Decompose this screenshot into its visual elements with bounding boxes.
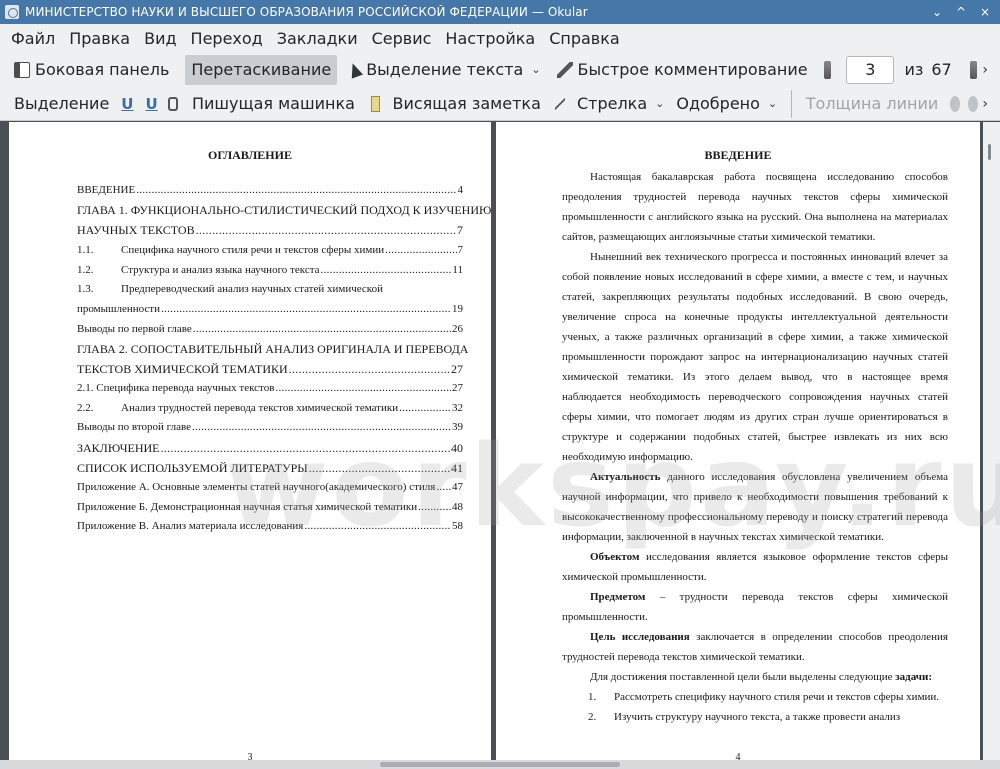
line-width-label: Толщина линии [805,94,939,113]
pen-icon [556,61,573,78]
arrow-button[interactable]: Стрелка ⌄ [577,89,670,119]
close-button[interactable]: × [978,5,992,19]
text-select-button[interactable]: Выделение текста ⌄ [341,55,546,85]
toc-entry[interactable]: ЗАКЛЮЧЕНИЕ40 [77,441,463,456]
opacity-icon[interactable] [968,95,979,112]
typewriter-button[interactable]: Пишущая машинка [186,89,361,119]
toc-entry[interactable]: ГЛАВА 2. СОПОСТАВИТЕЛЬНЫЙ АНАЛИЗ ОРИГИНА… [77,342,468,357]
toc-entry[interactable]: Выводы по первой главе26 [77,323,463,335]
stamp-icon[interactable] [167,96,178,111]
page-4: ВВЕДЕНИЕ Настоящая бакалаврская работа п… [496,122,980,769]
toc-entry[interactable]: 1.1. Специфика научного стиля речи и текс… [77,244,463,256]
toc-title: ОГЛАВЛЕНИЕ [208,148,292,162]
menu-help[interactable]: Справка [542,29,627,48]
window-title: МИНИСТЕРСТВО НАУКИ И ВЫСШЕГО ОБРАЗОВАНИЯ… [25,5,588,19]
paragraph: Цель исследования заключается в определе… [562,631,948,663]
previous-page-icon[interactable] [823,60,832,79]
paragraph: Предметом – трудности перевода текстов с… [562,591,948,623]
toc-entry[interactable]: ВВЕДЕНИЕ4 [77,184,463,196]
toolbar-overflow-icon[interactable]: › [982,62,988,78]
toc-entry[interactable]: Приложение А. Основные элементы статей н… [77,481,463,493]
menu-bar: Файл Правка Вид Переход Закладки Сервис … [0,24,1000,52]
toc-entry[interactable]: Приложение Б. Демонстрационная научная с… [77,501,463,513]
paragraph: Настоящая бакалаврская работа посвящена … [562,171,948,243]
toc-entry[interactable]: промышленности19 [77,303,463,315]
popup-note-label: Висящая заметка [392,94,541,113]
toc-entry[interactable]: 2.2. Анализ трудностей перевода текстов х… [77,402,463,414]
highlight-label: Выделение [14,94,110,113]
paragraph: Актуальность данного исследования обусло… [562,471,948,543]
scrollbar-thumb[interactable] [380,762,620,767]
highlight-button[interactable]: Выделение [8,89,115,119]
title-bar: МИНИСТЕРСТВО НАУКИ И ВЫСШЕГО ОБРАЗОВАНИЯ… [0,0,1000,24]
toc-entry[interactable]: Приложение В. Анализ материала исследова… [77,520,463,532]
quick-annotation-button[interactable]: Быстрое комментирование [551,55,814,85]
vertical-scrollbar[interactable] [983,122,1000,769]
toolbar-separator [791,89,792,118]
menu-bookmarks[interactable]: Закладки [270,29,365,48]
paragraph: Нынешний век технического прогресса и по… [562,251,948,463]
chevron-down-icon[interactable]: ⌄ [531,63,540,76]
menu-view[interactable]: Вид [137,29,183,48]
quick-annotation-label: Быстрое комментирование [577,60,808,79]
menu-edit[interactable]: Правка [62,29,137,48]
toc-entry[interactable]: 1.2. Структура и анализ языка научного те… [77,264,463,276]
line-width-button[interactable]: Толщина линии [800,89,945,119]
color-icon[interactable] [950,95,961,112]
arrow-label: Стрелка [576,94,648,113]
toc-entry[interactable]: СПИСОК ИСПОЛЬЗУЕМОЙ ЛИТЕРАТУРЫ41 [77,461,463,476]
stamp-approved-button[interactable]: Одобрено ⌄ [670,89,783,119]
horizontal-scrollbar[interactable] [0,760,1000,769]
section-body: Настоящая бакалаврская работа посвящена … [562,167,948,727]
drag-mode-button[interactable]: Перетаскивание [185,54,338,85]
menu-file[interactable]: Файл [4,29,62,48]
cursor-arrow-icon [347,60,364,79]
sidebar-icon [14,61,30,78]
menu-settings[interactable]: Настройка [438,29,542,48]
list-item: 2. Изучить структуру научного текста, а т… [588,711,901,723]
chevron-down-icon[interactable]: ⌄ [768,97,777,110]
document-view[interactable]: ОГЛАВЛЕНИЕ ВВЕДЕНИЕ4 ГЛАВА 1. ФУНКЦИОНАЛ… [0,122,1000,769]
page-3: ОГЛАВЛЕНИЕ ВВЕДЕНИЕ4 ГЛАВА 1. ФУНКЦИОНАЛ… [9,122,491,769]
next-page-icon[interactable] [969,60,978,79]
underline-icon[interactable]: U [121,95,133,113]
paragraph: Объектом исследования является языковое … [562,551,948,583]
toc-entry[interactable]: Выводы по второй главе39 [77,421,463,433]
list-item: 1. Рассмотреть специфику научного стиля р… [588,691,940,703]
toc-entry[interactable]: ТЕКСТОВ ХИМИЧЕСКОЙ ТЕМАТИКИ27 [77,362,463,377]
minimize-button[interactable]: ⌄ [930,5,944,19]
maximize-button[interactable]: ^ [954,5,968,19]
sidebar-label: Боковая панель [35,60,170,79]
scrollbar-thumb[interactable] [988,144,991,160]
chevron-down-icon[interactable]: ⌄ [655,97,664,110]
arrow-icon[interactable] [554,96,565,111]
menu-tools[interactable]: Сервис [365,29,439,48]
sidebar-button[interactable]: Боковая панель [8,55,175,85]
note-icon[interactable] [370,95,381,112]
annotation-toolbar: Выделение U U Пишущая машинка Висящая за… [0,87,1000,121]
squiggle-underline-icon[interactable]: U [145,95,157,113]
typewriter-label: Пишущая машинка [191,94,355,113]
toc-entry[interactable]: 1.3. Предпереводческий анализ научных ста… [77,283,463,295]
page-number-input[interactable]: 3 [846,55,895,84]
popup-note-button[interactable]: Висящая заметка [392,89,546,119]
text-select-label: Выделение текста [366,60,524,79]
drag-mode-label: Перетаскивание [191,60,332,79]
okular-app-icon [5,5,19,19]
paragraph: Для достижения поставленной цели были вы… [590,671,932,683]
page-total-label: 67 [931,60,952,79]
stamp-approved-label: Одобрено [676,94,760,113]
main-toolbar: Боковая панель Перетаскивание Выделение … [0,52,1000,87]
menu-go[interactable]: Переход [184,29,270,48]
toc-entry[interactable]: 2.1. Специфика перевода научных текстов2… [77,382,463,394]
page-of-label: из [904,60,924,79]
toc-entry[interactable]: НАУЧНЫХ ТЕКСТОВ7 [77,223,463,238]
toolbar-overflow-icon[interactable]: › [982,96,988,112]
section-title: ВВЕДЕНИЕ [704,148,772,162]
toc-entry[interactable]: ГЛАВА 1. ФУНКЦИОНАЛЬНО-СТИЛИСТИЧЕСКИЙ ПО… [77,203,491,218]
